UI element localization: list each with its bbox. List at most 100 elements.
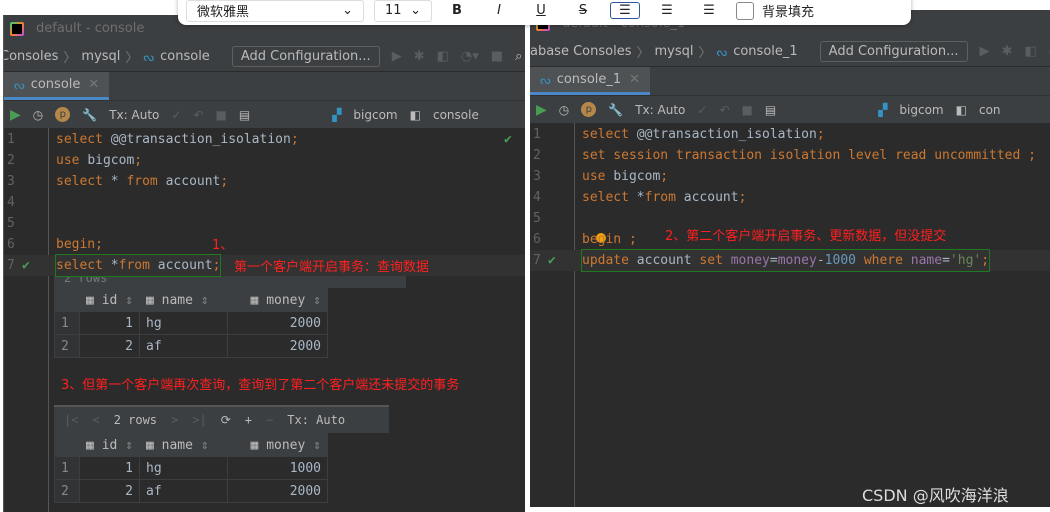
- underline-button[interactable]: U: [526, 3, 556, 18]
- table-cell[interactable]: 1000: [227, 456, 328, 480]
- sql-editor[interactable]: 2、第二个客户端开启事务、更新数据，但没提交 1 select @@transac…: [530, 123, 1050, 507]
- run-icon[interactable]: ▶: [392, 49, 402, 64]
- sort-icon[interactable]: ⇕: [117, 438, 133, 453]
- code-line[interactable]: 5: [4, 213, 525, 234]
- rollback-icon[interactable]: ↶: [719, 103, 729, 117]
- settings-wrench-icon[interactable]: 🔧: [608, 103, 623, 117]
- close-icon[interactable]: ✕: [629, 72, 640, 87]
- align-left-button[interactable]: ☰: [610, 2, 640, 19]
- breadcrumb-item[interactable]: Consoles: [4, 49, 58, 64]
- stop-icon[interactable]: ■: [742, 103, 753, 117]
- sort-icon[interactable]: ⇕: [193, 293, 209, 308]
- table-cell[interactable]: 2: [79, 479, 140, 503]
- run-icon[interactable]: ▶: [980, 44, 990, 59]
- rows-select[interactable]: 2 rows: [114, 413, 157, 427]
- sql-editor[interactable]: 1、 2 rows ▦ id ⇕ ▦ name ⇕ ▦ money ⇕ 1 1 hg 200…: [4, 128, 525, 512]
- parameters-icon[interactable]: p: [581, 102, 597, 117]
- history-icon[interactable]: ◷: [33, 108, 43, 122]
- table-row[interactable]: 1 1 hg 2000: [54, 311, 328, 335]
- sort-icon[interactable]: ⇕: [305, 293, 321, 308]
- session-select[interactable]: console: [433, 108, 479, 122]
- table-cell[interactable]: af: [139, 334, 228, 358]
- tx-mode-select[interactable]: Tx: Auto: [635, 103, 685, 117]
- execute-icon[interactable]: ▶: [536, 102, 547, 118]
- table-cell[interactable]: hg: [139, 311, 228, 335]
- rollback-icon[interactable]: ↶: [193, 108, 203, 122]
- settings-wrench-icon[interactable]: 🔧: [82, 108, 97, 122]
- sort-icon[interactable]: ⇕: [117, 293, 133, 308]
- table-cell[interactable]: 2: [79, 334, 140, 358]
- breadcrumb-item[interactable]: console_1: [733, 44, 797, 59]
- profile-icon[interactable]: ◔▾: [461, 49, 479, 64]
- sort-icon[interactable]: ⇕: [305, 438, 321, 453]
- add-row-icon[interactable]: +: [245, 413, 252, 427]
- code-line[interactable]: 5: [530, 208, 1050, 229]
- column-header-id[interactable]: ▦ id ⇕: [79, 433, 140, 457]
- code-line[interactable]: 6 begin;: [4, 234, 525, 255]
- add-configuration-button[interactable]: Add Configuration...: [231, 46, 380, 67]
- table-cell[interactable]: 2000: [227, 311, 328, 335]
- table-cell[interactable]: 1: [79, 311, 140, 335]
- table-cell[interactable]: 2000: [227, 334, 328, 358]
- table-cell[interactable]: hg: [139, 456, 228, 480]
- code-line[interactable]: 4 select *from account;: [530, 187, 1050, 208]
- code-line[interactable]: 7 ✔ update account set money=money-1000 wh…: [530, 249, 1050, 272]
- table-view-icon[interactable]: ▤: [239, 108, 250, 122]
- column-header-name[interactable]: ▦ name ⇕: [139, 433, 228, 457]
- table-row[interactable]: 1 1 hg 1000: [54, 456, 328, 480]
- debug-icon[interactable]: ✱: [414, 49, 425, 64]
- history-icon[interactable]: ◷: [559, 103, 569, 117]
- code-line[interactable]: 1 select @@transaction_isolation;: [4, 129, 525, 150]
- tx-mode-select[interactable]: Tx: Auto: [287, 413, 345, 427]
- code-line[interactable]: 3 select * from account;: [4, 171, 525, 192]
- sort-icon[interactable]: ⇕: [193, 438, 209, 453]
- italic-button[interactable]: I: [484, 3, 514, 18]
- bg-fill-checkbox[interactable]: [736, 1, 754, 20]
- font-size-select[interactable]: 11 ⌄: [374, 0, 432, 22]
- parameters-icon[interactable]: p: [55, 107, 71, 122]
- align-right-button[interactable]: ☰: [694, 3, 724, 18]
- align-center-button[interactable]: ☰: [652, 3, 682, 18]
- code-line[interactable]: 1 select @@transaction_isolation;: [530, 124, 1050, 145]
- breadcrumb-item[interactable]: mysql: [654, 44, 693, 59]
- coverage-icon[interactable]: ◧: [1024, 44, 1036, 59]
- last-page-icon[interactable]: >|: [192, 413, 206, 427]
- strikethrough-button[interactable]: S: [568, 3, 598, 18]
- schema-select[interactable]: bigcom: [353, 108, 397, 122]
- next-page-icon[interactable]: >: [171, 413, 178, 427]
- table-row[interactable]: 2 2 af 2000: [54, 479, 328, 503]
- execute-icon[interactable]: ▶: [10, 107, 21, 123]
- bold-button[interactable]: B: [442, 3, 472, 18]
- code-line[interactable]: 6 begin ;: [530, 229, 1050, 250]
- tab-console[interactable]: ᔓ console ✕: [4, 72, 110, 100]
- column-header-name[interactable]: ▦ name ⇕: [139, 288, 228, 312]
- table-row[interactable]: 2 2 af 2000: [54, 334, 328, 358]
- code-line[interactable]: 4: [4, 192, 525, 213]
- code-line[interactable]: 2 set session transaction isolation level…: [530, 145, 1050, 166]
- breadcrumb-item[interactable]: abase Consoles: [530, 44, 631, 59]
- prev-page-icon[interactable]: <: [92, 413, 99, 427]
- breadcrumb-item[interactable]: console: [160, 49, 210, 64]
- column-header-id[interactable]: ▦ id ⇕: [79, 288, 140, 312]
- breadcrumb-item[interactable]: mysql: [81, 49, 120, 64]
- coverage-icon[interactable]: ◧: [437, 49, 449, 64]
- session-select[interactable]: con: [979, 103, 1001, 117]
- tab-console-1[interactable]: ᔓ console_1 ✕: [530, 67, 651, 95]
- add-configuration-button[interactable]: Add Configuration...: [819, 41, 968, 62]
- refresh-icon[interactable]: ⟳: [221, 413, 231, 427]
- stop-icon[interactable]: ■: [216, 108, 227, 122]
- font-select[interactable]: 微软雅黑 ⌄: [186, 0, 364, 22]
- column-header-money[interactable]: ▦ money ⇕: [227, 433, 328, 457]
- tx-mode-select[interactable]: Tx: Auto: [109, 108, 159, 122]
- commit-icon[interactable]: ✓: [697, 103, 707, 117]
- table-cell[interactable]: 1: [79, 456, 140, 480]
- table-cell[interactable]: 2000: [227, 479, 328, 503]
- table-cell[interactable]: af: [139, 479, 228, 503]
- first-page-icon[interactable]: |<: [64, 413, 78, 427]
- commit-icon[interactable]: ✓: [171, 108, 181, 122]
- code-line[interactable]: 2 use bigcom;: [4, 150, 525, 171]
- schema-select[interactable]: bigcom: [899, 103, 943, 117]
- stop-icon[interactable]: ■: [491, 49, 503, 64]
- delete-row-icon[interactable]: −: [266, 413, 273, 427]
- column-header-money[interactable]: ▦ money ⇕: [227, 288, 328, 312]
